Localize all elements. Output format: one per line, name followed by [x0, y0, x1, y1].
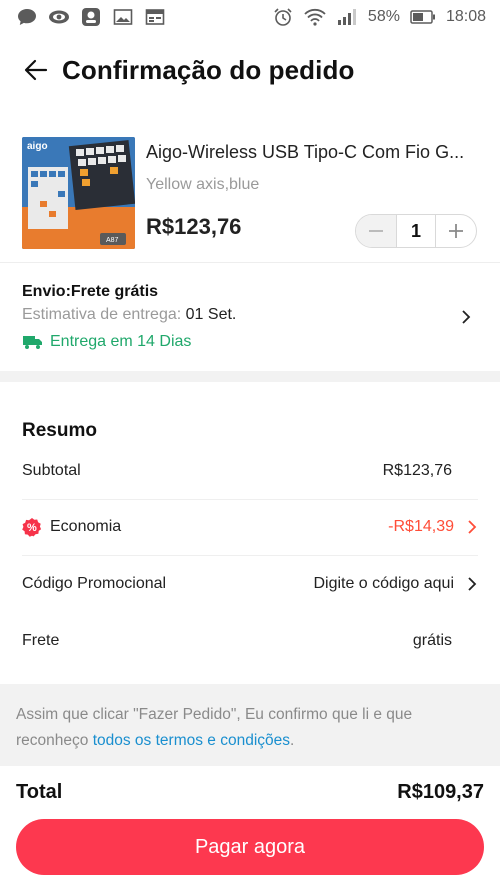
fast-delivery-label: Entrega em 14 Dias	[50, 333, 192, 350]
svg-text:%: %	[27, 522, 37, 534]
summary-title: Resumo	[22, 420, 97, 441]
savings-label: Economia	[50, 518, 122, 535]
total-value: R$109,37	[397, 781, 484, 803]
wifi-icon	[304, 7, 326, 27]
battery-percent: 58%	[367, 8, 400, 25]
chevron-right-icon	[468, 577, 477, 591]
savings-row[interactable]: % Economia -R$14,39	[22, 499, 478, 555]
plus-icon	[449, 224, 463, 238]
subtotal-row: Subtotal R$123,76	[22, 443, 478, 499]
signal-icon	[336, 7, 358, 27]
decrease-quantity-button[interactable]	[356, 215, 396, 247]
product-price: R$123,76	[146, 214, 242, 239]
subtotal-label: Subtotal	[22, 462, 81, 479]
delivery-estimate-value: 01 Set.	[185, 306, 237, 323]
promo-code-row[interactable]: Código Promocional Digite o código aqui	[22, 556, 478, 612]
section-separator	[0, 371, 500, 382]
app-icon	[80, 7, 102, 27]
terms-link[interactable]: todos os termos e condições	[93, 732, 290, 749]
product-model-text: A87	[106, 237, 119, 244]
product-brand-text: aigo	[27, 141, 48, 152]
page-title: Confirmação do pedido	[62, 54, 355, 85]
status-bar-right: 58% 18:08	[272, 7, 486, 27]
clock: 18:08	[445, 8, 486, 25]
shipping-section[interactable]: Envio:Frete grátis Estimativa de entrega…	[0, 263, 500, 371]
shipping-cost-row: Frete grátis	[22, 613, 478, 669]
discount-badge-icon: %	[22, 517, 42, 537]
chevron-right-icon	[462, 310, 471, 324]
alarm-icon	[272, 7, 294, 27]
shipping-cost-label: Frete	[22, 632, 60, 649]
back-button[interactable]	[22, 56, 50, 84]
calendar-icon	[144, 7, 166, 27]
savings-value: -R$14,39	[388, 518, 454, 535]
status-bar-left	[16, 7, 166, 27]
total-label: Total	[16, 781, 63, 803]
chevron-right-icon	[468, 520, 477, 534]
subtotal-value: R$123,76	[382, 462, 452, 479]
checkout-footer: Total R$109,37 Pagar agora	[0, 766, 500, 889]
pay-now-button[interactable]: Pagar agora	[16, 819, 484, 875]
chat-icon	[16, 7, 38, 27]
truck-icon	[23, 336, 42, 349]
quantity-value[interactable]: 1	[396, 215, 436, 247]
product-item: A87 aigo Aigo-Wireless USB Tipo-C Com Fi…	[0, 106, 500, 262]
app-header: Confirmação do pedido	[0, 34, 500, 106]
increase-quantity-button[interactable]	[436, 215, 476, 247]
promo-code-input[interactable]: Digite o código aqui	[313, 575, 454, 593]
terms-end: .	[290, 732, 295, 749]
delivery-estimate: Estimativa de entrega: 01 Set.	[22, 306, 236, 324]
image-icon	[112, 7, 134, 27]
fast-delivery: Entrega em 14 Dias	[22, 333, 191, 351]
minus-icon	[369, 230, 383, 232]
status-bar: 58% 18:08	[0, 0, 500, 34]
product-variant: Yellow axis,blue	[146, 176, 260, 193]
arrow-left-icon	[24, 59, 48, 81]
product-image[interactable]: A87 aigo	[22, 137, 135, 249]
order-summary: Resumo Subtotal R$123,76 % Economia -R$1…	[0, 382, 500, 684]
quantity-stepper: 1	[355, 214, 477, 248]
delivery-estimate-label: Estimativa de entrega:	[22, 306, 182, 323]
product-title[interactable]: Aigo-Wireless USB Tipo-C Com Fio G...	[146, 142, 480, 163]
battery-icon	[410, 7, 436, 27]
promo-code-label: Código Promocional	[22, 575, 167, 592]
shipping-cost-value: grátis	[412, 632, 452, 649]
shipping-title: Envio:Frete grátis	[22, 283, 159, 300]
eye-icon	[48, 7, 70, 27]
terms-notice: Assim que clicar "Fazer Pedido", Eu conf…	[0, 684, 500, 766]
